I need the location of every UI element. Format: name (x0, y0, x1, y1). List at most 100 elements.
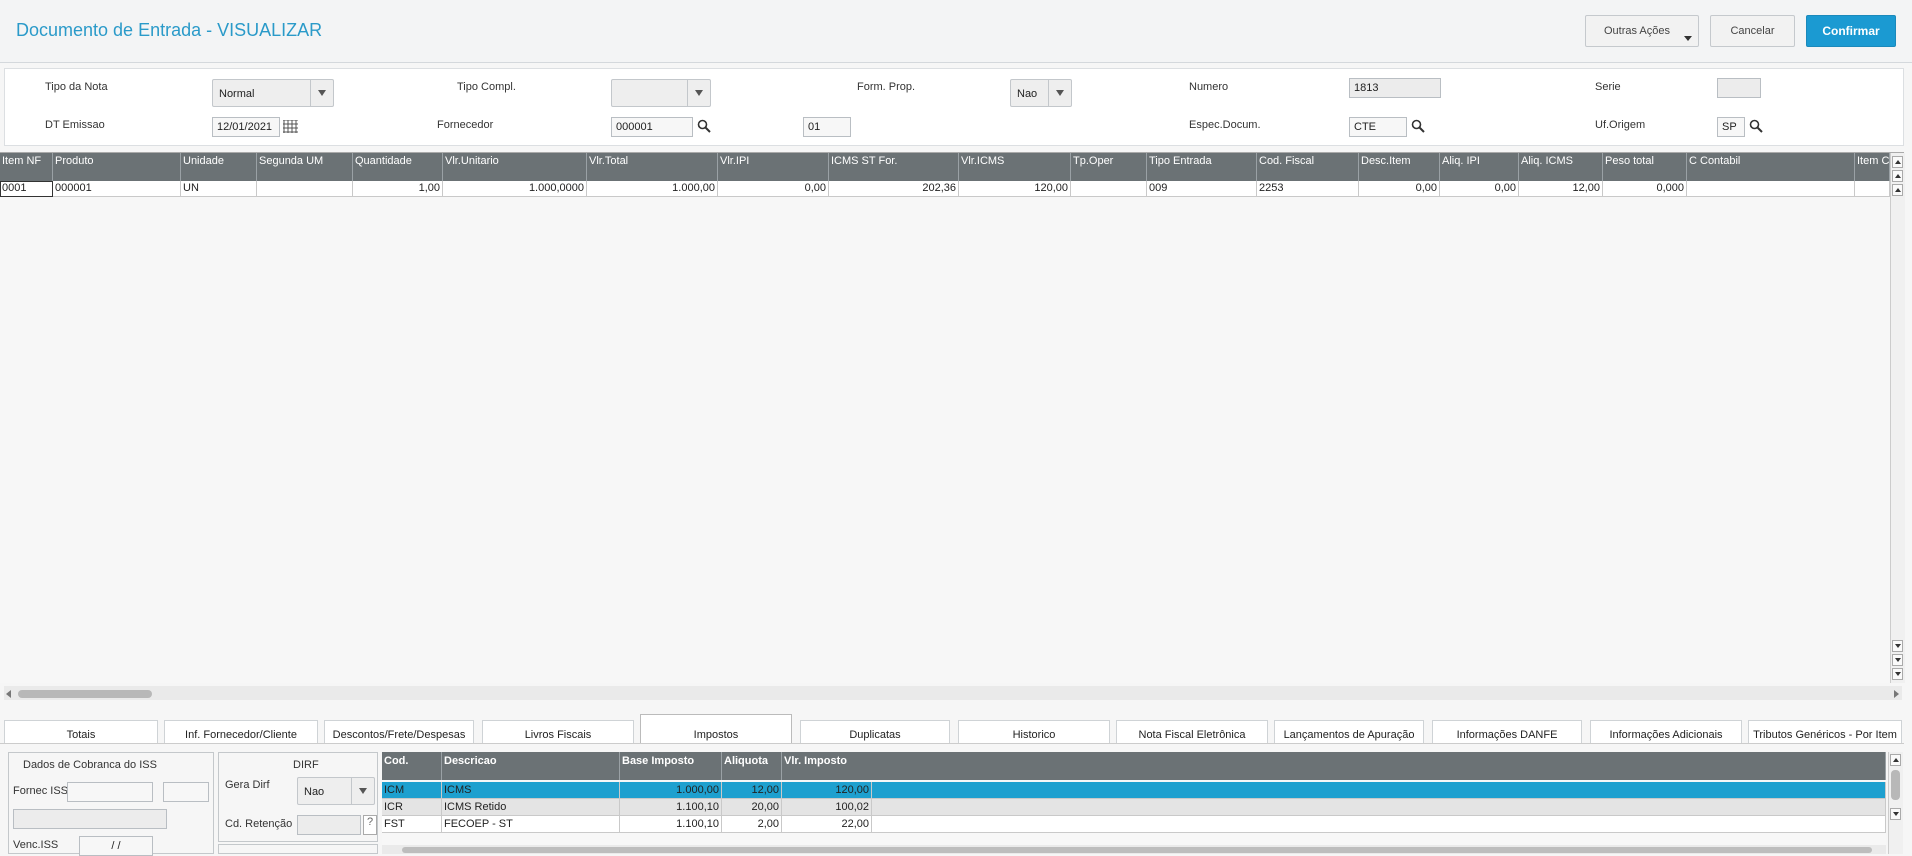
grid-cell[interactable]: 0,00 (718, 181, 829, 197)
grid-header-cell[interactable]: Item Co (1855, 153, 1890, 181)
tab-inf-fornecedor-cliente[interactable]: Inf. Fornecedor/Cliente (164, 720, 318, 744)
tab-impostos[interactable]: Impostos (640, 714, 792, 744)
scroll-left-icon[interactable] (6, 690, 11, 698)
grid-header-cell[interactable]: Vlr.Unitario (443, 153, 587, 181)
grid-header-cell[interactable]: Desc.Item (1359, 153, 1440, 181)
gera-dirf-select[interactable]: Nao (297, 777, 375, 805)
taxes-header-cell[interactable]: Base Imposto (620, 752, 722, 780)
grid-header-cell[interactable]: Unidade (181, 153, 257, 181)
grid-header-cell[interactable]: Quantidade (353, 153, 443, 181)
serie-field[interactable] (1717, 78, 1761, 98)
fornecedor-field[interactable]: 000001 (611, 117, 693, 137)
grid-cell[interactable]: 0,00 (1440, 181, 1519, 197)
taxes-cell[interactable]: 120,00 (782, 782, 872, 799)
grid-header-cell[interactable]: C Contabil (1687, 153, 1855, 181)
espec-docum-field[interactable]: CTE (1349, 117, 1407, 137)
horizontal-scrollbar[interactable] (4, 686, 1902, 700)
taxes-hscroll[interactable] (382, 845, 1886, 854)
grid-cell[interactable]: 009 (1147, 181, 1257, 197)
tab-informacoes-adicionais[interactable]: Informações Adicionais (1590, 720, 1742, 744)
grid-header-cell[interactable]: Vlr.ICMS (959, 153, 1071, 181)
grid-header-cell[interactable]: Aliq. IPI (1440, 153, 1519, 181)
grid-header-cell[interactable]: ICMS ST For. (829, 153, 959, 181)
confirm-button[interactable]: Confirmar (1806, 15, 1896, 47)
taxes-cell[interactable]: 20,00 (722, 799, 782, 816)
grid-cell[interactable] (257, 181, 353, 197)
grid-cell[interactable]: 120,00 (959, 181, 1071, 197)
grid-header-cell[interactable]: Tp.Oper (1071, 153, 1147, 181)
grid-cell[interactable]: 000001 (53, 181, 181, 197)
page-down-icon[interactable] (1892, 654, 1903, 666)
outras-acoes-button[interactable]: Outras Ações (1585, 15, 1699, 47)
tab-livros-fiscais[interactable]: Livros Fiscais (482, 720, 634, 744)
horizontal-scroll-thumb[interactable] (18, 690, 152, 698)
tab-totais[interactable]: Totais (4, 720, 158, 744)
taxes-cell[interactable]: ICR (382, 799, 442, 816)
numero-field[interactable]: 1813 (1349, 78, 1441, 98)
taxes-scrollbar[interactable] (1888, 752, 1903, 854)
taxes-header-cell[interactable]: Descricao (442, 752, 620, 780)
grid-cell[interactable]: 1.000,00 (587, 181, 718, 197)
grid-cell[interactable] (1071, 181, 1147, 197)
tab-lancamentos-de-apuracao[interactable]: Lançamentos de Apuração (1274, 720, 1424, 744)
fornec-iss-field[interactable] (67, 782, 153, 802)
tab-descontos-frete-despesas[interactable]: Descontos/Frete/Despesas (324, 720, 474, 744)
venc-iss-field[interactable]: / / (79, 836, 153, 856)
tab-historico[interactable]: Historico (958, 720, 1110, 744)
vertical-scrollbar[interactable] (1890, 153, 1905, 683)
calendar-icon[interactable] (283, 120, 298, 133)
taxes-cell[interactable]: 100,02 (782, 799, 872, 816)
grid-header-cell[interactable]: Vlr.IPI (718, 153, 829, 181)
grid-header-cell[interactable]: Vlr.Total (587, 153, 718, 181)
grid-cell[interactable]: 0001 (0, 181, 53, 197)
search-icon[interactable] (1749, 119, 1763, 133)
tipo-nota-select[interactable]: Normal (212, 79, 334, 107)
tipo-compl-select[interactable] (611, 79, 711, 107)
taxes-cell[interactable]: 2,00 (722, 816, 782, 833)
tab-informacoes-danfe[interactable]: Informações DANFE (1432, 720, 1582, 744)
taxes-scroll-thumb[interactable] (1891, 770, 1900, 800)
taxes-cell[interactable]: ICM (382, 782, 442, 799)
taxes-header-cell[interactable]: Cod. (382, 752, 442, 780)
taxes-hscroll-thumb[interactable] (402, 847, 1872, 853)
scroll-down-icon[interactable] (1890, 808, 1901, 820)
taxes-cell[interactable]: ICMS (442, 782, 620, 799)
fornec-iss-name-field[interactable] (13, 809, 167, 829)
tab-duplicatas[interactable]: Duplicatas (800, 720, 950, 744)
taxes-cell[interactable]: 12,00 (722, 782, 782, 799)
items-grid[interactable]: Item NF Produto Unidade Segunda UM Quantidad… (0, 152, 1905, 683)
grid-header-cell[interactable]: Tipo Entrada (1147, 153, 1257, 181)
cancel-button[interactable]: Cancelar (1710, 15, 1795, 47)
help-icon[interactable]: ? (363, 815, 377, 835)
scroll-down-icon[interactable] (1892, 640, 1903, 652)
grid-header-cell[interactable]: Aliq. ICMS (1519, 153, 1603, 181)
dt-emissao-field[interactable]: 12/01/2021 (212, 117, 280, 137)
grid-header-cell[interactable]: Produto (53, 153, 181, 181)
taxes-cell[interactable]: 1.100,10 (620, 799, 722, 816)
grid-cell[interactable] (1687, 181, 1855, 197)
grid-header-cell[interactable]: Cod. Fiscal (1257, 153, 1359, 181)
taxes-cell[interactable]: 1.100,10 (620, 816, 722, 833)
uf-origem-field[interactable]: SP (1717, 117, 1745, 137)
grid-cell[interactable]: UN (181, 181, 257, 197)
grid-cell[interactable]: 1.000,0000 (443, 181, 587, 197)
taxes-cell[interactable]: FECOEP - ST (442, 816, 620, 833)
tab-tributos-genericos-por-item[interactable]: Tributos Genéricos - Por Item (1748, 720, 1902, 744)
scroll-up-icon[interactable] (1892, 184, 1903, 196)
grid-cell[interactable]: 0,000 (1603, 181, 1687, 197)
grid-cell[interactable] (1855, 181, 1890, 197)
taxes-header-cell[interactable]: Vlr. Imposto (782, 752, 1886, 780)
grid-cell[interactable]: 202,36 (829, 181, 959, 197)
loja-iss-field[interactable] (163, 782, 209, 802)
form-prop-select[interactable]: Nao (1010, 79, 1072, 107)
taxes-cell[interactable]: 1.000,00 (620, 782, 722, 799)
grid-cell[interactable]: 2253 (1257, 181, 1359, 197)
taxes-cell[interactable]: ICMS Retido (442, 799, 620, 816)
scroll-up-icon[interactable] (1890, 754, 1901, 766)
search-icon[interactable] (1411, 119, 1425, 133)
taxes-grid[interactable]: Cod. Descricao Base Imposto Aliquota Vlr. Im… (382, 752, 1886, 854)
grid-header-cell[interactable]: Item NF (0, 153, 53, 181)
taxes-cell[interactable]: FST (382, 816, 442, 833)
scroll-top-icon[interactable] (1892, 156, 1903, 168)
loja-field[interactable]: 01 (803, 117, 851, 137)
